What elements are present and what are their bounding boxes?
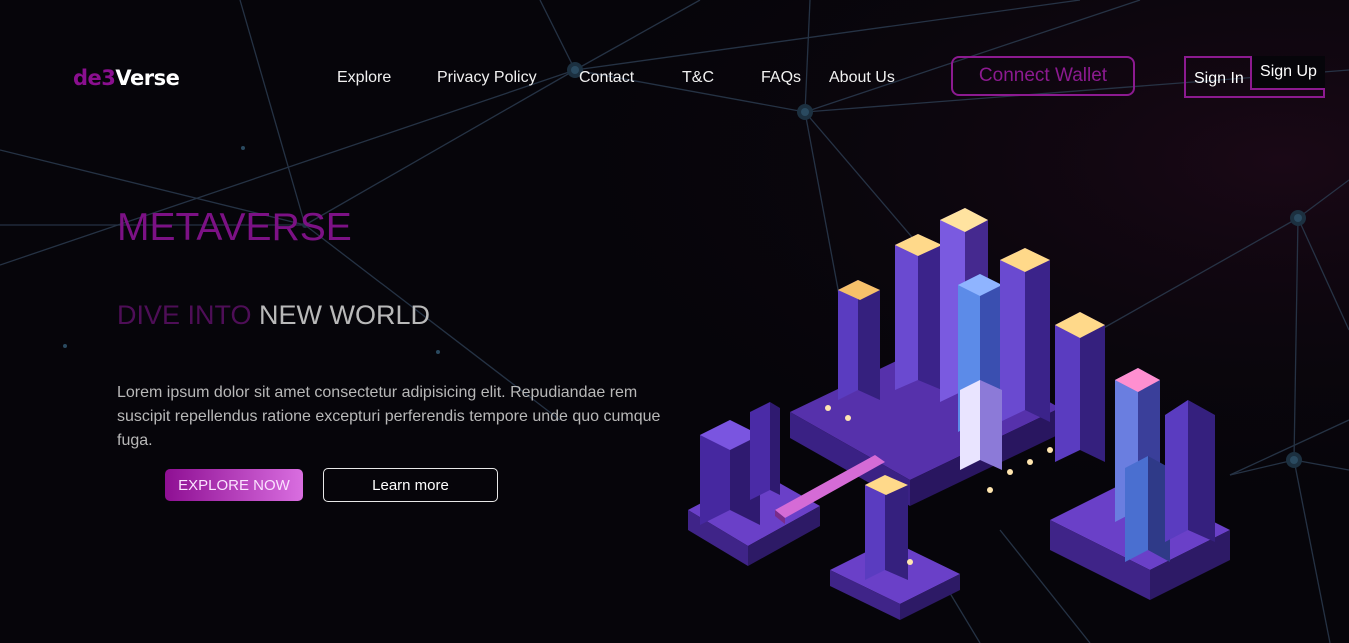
nav-item-terms[interactable]: T&C [682,69,714,87]
isometric-city-illustration [688,208,1230,620]
hero-subtitle-part2: NEW WORLD [259,300,431,330]
nav-item-explore[interactable]: Explore [337,69,391,87]
nav-item-privacy-policy[interactable]: Privacy Policy [437,69,537,87]
learn-more-button[interactable]: Learn more [323,468,498,502]
nav-item-faqs[interactable]: FAQs [761,69,801,87]
connect-wallet-button[interactable]: Connect Wallet [951,56,1135,96]
hero-paragraph: Lorem ipsum dolor sit amet consectetur a… [117,384,661,449]
brand-logo[interactable]: de3Verse [73,66,180,90]
hero-subtitle: DIVE INTO NEW WORLD [117,300,430,331]
brand-prefix: de3 [73,66,116,90]
nav-item-about-us[interactable]: About Us [829,69,895,87]
hero-title: METAVERSE [117,206,352,249]
brand-name: Verse [115,66,180,90]
hero-subtitle-part1: DIVE INTO [117,300,252,330]
sign-up-button[interactable]: Sign Up [1250,56,1325,90]
sign-in-button[interactable]: Sign In [1194,70,1244,88]
explore-now-button[interactable]: EXPLORE NOW [165,469,303,501]
nav-item-contact[interactable]: Contact [579,69,634,87]
